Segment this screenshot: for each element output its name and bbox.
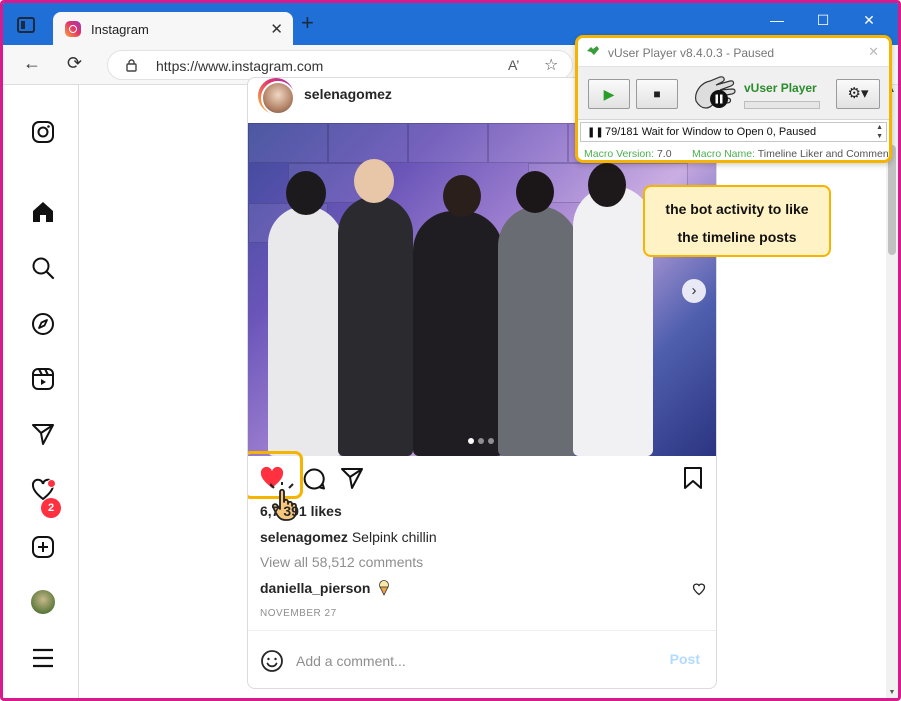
share-send-icon[interactable] — [340, 466, 364, 490]
carousel-dot — [478, 438, 484, 444]
back-button[interactable]: ← — [23, 53, 41, 74]
add-comment-bar: Post — [248, 630, 716, 688]
vuser-player-window: vUser Player v8.4.0.3 - Paused ✕ ▶ ■ vUs… — [575, 35, 892, 163]
messages-send-icon[interactable] — [30, 421, 56, 447]
pause-icon: ❚❚ — [587, 127, 604, 138]
post-comment-button[interactable]: Post — [670, 651, 700, 667]
vuser-footer: Macro Version: 7.0 Macro Name: Timeline … — [578, 144, 892, 160]
new-tab-button[interactable]: + — [301, 12, 314, 34]
home-icon[interactable] — [30, 199, 56, 225]
annotation-callout: the bot activity to like the timeline po… — [643, 185, 831, 257]
explore-compass-icon[interactable] — [30, 311, 56, 337]
vuser-close-button[interactable]: ✕ — [868, 44, 879, 60]
vuser-status-text: 79/181 Wait for Window to Open 0, Paused — [605, 126, 817, 138]
tab-actions-icon[interactable] — [17, 17, 35, 33]
minimize-button[interactable]: — — [754, 9, 800, 31]
reload-button[interactable]: ⟳ — [67, 53, 82, 74]
scrollbar-thumb[interactable] — [888, 145, 896, 255]
notification-dot — [47, 479, 56, 488]
more-menu-icon[interactable] — [30, 645, 56, 671]
instagram-logo-icon[interactable] — [30, 119, 56, 145]
callout-line-2: the timeline posts — [677, 229, 797, 245]
page-scrollbar[interactable]: ▲ ▼ — [886, 85, 898, 698]
carousel-indicator — [468, 438, 494, 444]
lock-icon — [126, 59, 137, 72]
comment-row: daniella_pierson — [260, 580, 706, 596]
instagram-sidebar: 2 — [3, 85, 79, 698]
instagram-feed: selenagomez › 6,7 391 likes selenagomez … — [80, 77, 886, 698]
view-all-comments-link[interactable]: View all 58,512 comments — [260, 554, 423, 570]
stop-button[interactable]: ■ — [636, 79, 678, 109]
emoji-smile-icon[interactable] — [260, 649, 284, 673]
address-bar[interactable]: https://www.instagram.com A’ ☆ — [107, 50, 573, 80]
post-date: NOVEMBER 27 — [260, 608, 337, 619]
post-caption: selenagomez Selpink chillin — [260, 529, 437, 545]
tab-title: Instagram — [91, 22, 149, 37]
instagram-favicon-icon — [65, 21, 81, 37]
url-text: https://www.instagram.com — [156, 58, 324, 74]
comment-input[interactable] — [296, 649, 646, 673]
play-button[interactable]: ▶ — [588, 79, 630, 109]
vuser-title-bar: vUser Player v8.4.0.3 - Paused ✕ — [578, 38, 889, 66]
vuser-toolbar: ▶ ■ vUser Player ⚙▾ — [578, 66, 889, 120]
status-spinner[interactable]: ▲ ▼ — [876, 123, 883, 141]
callout-line-1: the bot activity to like — [665, 201, 809, 217]
feed-post: selenagomez › 6,7 391 likes selenagomez … — [247, 77, 717, 689]
search-icon[interactable] — [30, 255, 56, 281]
caption-username[interactable]: selenagomez — [260, 529, 348, 545]
create-plus-icon[interactable] — [30, 534, 56, 560]
post-author-username[interactable]: selenagomez — [304, 86, 392, 102]
vuser-hand-pause-icon — [695, 76, 736, 109]
profile-avatar[interactable] — [31, 590, 55, 614]
settings-gear-button[interactable]: ⚙▾ — [836, 79, 880, 109]
carousel-next-button[interactable]: › — [682, 279, 706, 303]
scroll-down-arrow-icon[interactable]: ▼ — [886, 689, 898, 696]
caption-text: Selpink chillin — [351, 529, 437, 545]
likes-count[interactable]: 6,7 391 likes — [260, 503, 342, 519]
vuser-brand-label: vUser Player — [744, 81, 817, 95]
post-image[interactable]: › — [248, 123, 716, 456]
browser-tab-instagram[interactable]: Instagram ✕ — [53, 12, 293, 45]
read-aloud-icon[interactable]: A’ — [508, 57, 519, 73]
post-author-avatar[interactable] — [258, 78, 295, 115]
ice-cream-emoji-icon — [379, 580, 390, 596]
comment-username[interactable]: daniella_pierson — [260, 580, 370, 596]
vuser-logo-icon — [587, 46, 599, 55]
macro-name: Macro Name: Timeline Liker and Comment — [692, 148, 892, 160]
reels-icon[interactable] — [30, 366, 56, 392]
carousel-dot — [468, 438, 474, 444]
tab-close-button[interactable]: ✕ — [270, 20, 283, 38]
add-favorite-icon[interactable]: ☆ — [544, 55, 558, 75]
vuser-status-field: ❚❚ 79/181 Wait for Window to Open 0, Pau… — [580, 122, 887, 142]
window-controls: — ☐ ✕ — [754, 9, 892, 31]
post-actions — [248, 451, 716, 521]
macro-version: Macro Version: 7.0 — [584, 148, 672, 160]
bookmark-icon[interactable] — [682, 466, 704, 490]
vuser-progress-bar — [744, 101, 820, 109]
screenshot-frame: Instagram ✕ + — ☐ ✕ ← ⟳ https://www.inst… — [0, 0, 901, 701]
comment-like-heart-icon[interactable] — [692, 582, 706, 596]
carousel-dot — [488, 438, 494, 444]
vuser-title: vUser Player v8.4.0.3 - Paused — [608, 46, 775, 60]
close-window-button[interactable]: ✕ — [846, 9, 892, 31]
maximize-button[interactable]: ☐ — [800, 9, 846, 31]
